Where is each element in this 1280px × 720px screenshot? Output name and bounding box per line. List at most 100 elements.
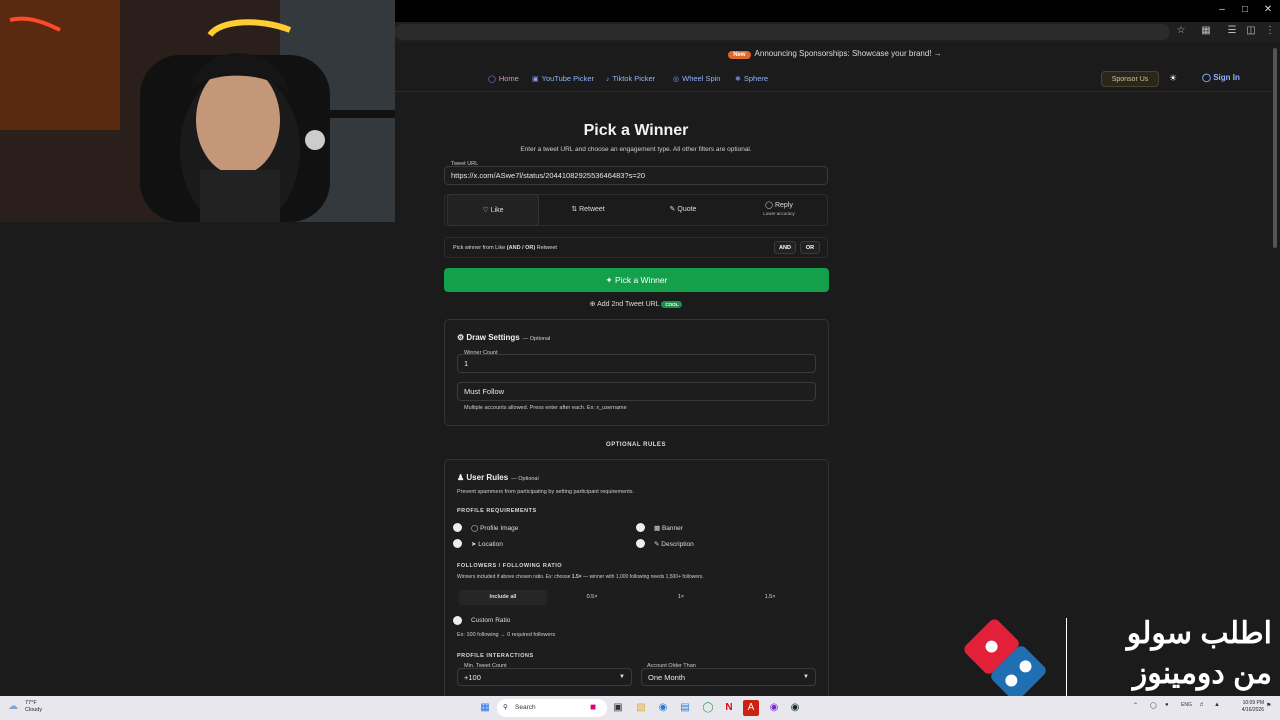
description-radio[interactable] — [636, 539, 645, 548]
page-title: Pick a Winner — [583, 122, 689, 139]
engagement-quote[interactable]: ✎ Quote — [637, 194, 729, 226]
users-icon: ♟ — [457, 473, 465, 482]
draw-settings-title: ⚙ Draw Settings — Optional — [457, 333, 551, 342]
ratio-0-5x[interactable]: 0.5× — [548, 590, 636, 605]
media-icon[interactable]: ☰ — [1224, 25, 1240, 36]
adobe-icon[interactable]: A — [743, 700, 759, 716]
sphere-icon: ❅ — [735, 76, 741, 83]
location-icon: ➤ — [471, 541, 477, 548]
banner-radio[interactable] — [636, 523, 645, 532]
profile-image-radio[interactable] — [453, 523, 462, 532]
pick-winner-button[interactable]: ✦ Pick a Winner — [444, 268, 829, 292]
must-follow-hint: Multiple accounts allowed. Press enter a… — [464, 405, 627, 411]
user-icon: ◯ — [1202, 73, 1211, 82]
notification-bell-icon[interactable]: ⚑ — [1266, 702, 1271, 709]
address-bar[interactable] — [395, 24, 1170, 40]
store-icon[interactable]: ▤ — [677, 700, 693, 716]
wheel-icon: ◎ — [673, 76, 680, 83]
mic-icon[interactable]: ● — [1165, 702, 1169, 708]
star-icon[interactable]: ☆ — [1173, 25, 1189, 36]
webcam-overlay — [0, 0, 395, 222]
and-or-row: Pick winner from Like (AND / OR) Retweet — [444, 237, 828, 258]
extensions-icon[interactable]: ▦ — [1198, 25, 1214, 36]
new-badge: New — [728, 51, 751, 59]
nav-home[interactable]: ◯ Home — [488, 74, 519, 83]
tray-chevron-icon[interactable]: ⌃ — [1133, 702, 1138, 709]
promo-text: اطلب سولو من دومينوز — [1082, 614, 1272, 694]
nav-tiktok-picker[interactable]: ♪ Tiktok Picker — [606, 74, 655, 83]
and-toggle[interactable]: AND — [774, 241, 796, 254]
language-indicator[interactable]: ENG — [1181, 702, 1192, 708]
user-rules-title: ♟ User Rules — Optional — [457, 473, 539, 482]
banner-icon: ▩ — [654, 525, 661, 532]
gear-icon: ⚙ — [457, 333, 465, 342]
logo-divider — [1066, 618, 1067, 696]
announcement-text: Announcing Sponsorships: Showcase your b… — [754, 49, 942, 58]
steam-icon[interactable]: ◉ — [787, 700, 803, 716]
search-icon: ⚲ — [503, 704, 508, 711]
promo-line-2: من دومينوز — [1132, 657, 1272, 690]
description-label: ✎ Description — [654, 541, 694, 548]
scrollbar-thumb[interactable] — [1273, 48, 1277, 248]
nav-wheel-spin[interactable]: ◎ Wheel Spin — [673, 74, 720, 83]
minimize-icon[interactable]: – — [1212, 4, 1232, 15]
page-subtitle: Enter a tweet URL and choose an engageme… — [520, 146, 752, 153]
engagement-retweet[interactable]: ⇅ Retweet — [542, 194, 634, 226]
location-radio[interactable] — [453, 539, 462, 548]
youtube-icon: ▣ — [532, 76, 539, 83]
sign-in-link[interactable]: ◯ Sign In — [1202, 73, 1240, 82]
sidebar-icon[interactable]: ◫ — [1243, 25, 1259, 36]
winner-count-input[interactable]: 1 — [457, 354, 816, 373]
min-tweet-select[interactable]: +100 ▼ — [457, 668, 632, 686]
network-icon[interactable]: ▲ — [1214, 702, 1220, 708]
chrome-icon[interactable]: ◯ — [700, 700, 716, 716]
file-explorer-icon[interactable]: ▧ — [633, 700, 649, 716]
ratio-1x[interactable]: 1× — [637, 590, 725, 605]
chevron-down-icon: ▼ — [803, 674, 809, 680]
nav-youtube-picker[interactable]: ▣ YouTube Picker — [532, 74, 594, 83]
profile-requirements-heading: PROFILE REQUIREMENTS — [457, 508, 537, 514]
reply-accuracy-note: Lower accuracy — [763, 211, 795, 216]
app-icon[interactable]: ■ — [585, 700, 601, 716]
webcam-image — [0, 0, 395, 222]
edge-icon[interactable]: ◉ — [655, 700, 671, 716]
or-toggle[interactable]: OR — [800, 241, 820, 254]
tiktok-icon: ♪ — [606, 76, 610, 83]
cool-badge: COOL — [661, 301, 683, 308]
nav-sphere[interactable]: ❅ Sphere — [735, 74, 768, 83]
ratio-1-5x[interactable]: 1.5× — [726, 590, 814, 605]
menu-icon[interactable]: ⋮ — [1262, 25, 1278, 36]
dominos-logo — [962, 618, 1048, 702]
theme-toggle-sun-icon[interactable]: ☀ — [1169, 73, 1177, 84]
engagement-reply[interactable]: ◯ Reply Lower accuracy — [732, 194, 826, 226]
must-follow-input[interactable]: Must Follow — [457, 382, 816, 401]
ratio-include-all[interactable]: Include all — [459, 590, 547, 605]
sponsor-button[interactable]: Sponsor Us — [1101, 71, 1159, 87]
account-older-select[interactable]: One Month ▼ — [641, 668, 816, 686]
taskbar-clock[interactable]: 10:09 PM 4/16/2026 — [1228, 700, 1264, 714]
heart-icon: ♡ — [482, 207, 489, 214]
task-view-icon[interactable]: ▣ — [610, 700, 626, 716]
optional-rules-divider: OPTIONAL RULES — [606, 442, 666, 448]
retweet-icon: ⇅ — [571, 206, 578, 213]
netflix-icon[interactable]: N — [721, 700, 737, 716]
windows-start-icon[interactable]: ▦ — [477, 700, 493, 716]
sponsor-label: Sponsor Us — [1111, 76, 1149, 83]
engagement-like[interactable]: ♡ Like — [447, 194, 539, 226]
home-icon: ◯ — [488, 76, 496, 83]
maximize-icon[interactable]: □ — [1235, 4, 1255, 15]
custom-ratio-hint: Ex: 100 following → 0 required followers — [457, 632, 556, 638]
weather-widget[interactable]: 77°F Cloudy — [25, 700, 42, 714]
tweet-url-input[interactable]: https://x.com/ASwe7l/status/204410829255… — [444, 166, 828, 185]
image-icon: ◯ — [471, 525, 479, 532]
add-second-tweet-link[interactable]: ⊕ Add 2nd Tweet URL COOL — [444, 300, 828, 308]
tray-app-icon[interactable]: ◯ — [1150, 702, 1157, 709]
close-window-icon[interactable]: ✕ — [1258, 4, 1278, 15]
quote-icon: ✎ — [669, 206, 676, 213]
custom-ratio-radio[interactable] — [453, 616, 462, 625]
reply-icon: ◯ — [765, 202, 773, 209]
announcement-banner[interactable]: New Announcing Sponsorships: Showcase you… — [395, 44, 1275, 64]
location-label: ➤ Location — [471, 541, 503, 548]
volume-icon[interactable]: ♬ — [1199, 702, 1205, 708]
discord-icon[interactable]: ◉ — [766, 700, 782, 716]
